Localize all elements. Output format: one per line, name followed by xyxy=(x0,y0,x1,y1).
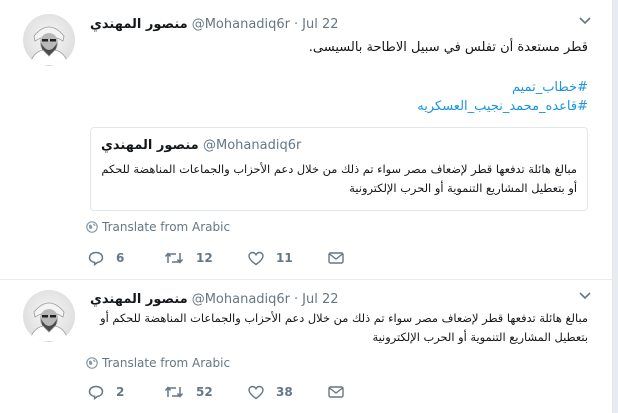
hashtag-link[interactable]: #خطاب_تميم xyxy=(90,78,588,97)
translate-link[interactable]: Translate from Arabic xyxy=(86,220,230,234)
avatar[interactable] xyxy=(23,14,75,66)
retweet-count: 52 xyxy=(196,385,213,399)
like-count: 11 xyxy=(276,251,293,265)
quoted-text: مبالغ هائلة تدفعها قطر لإضعاف مصر سواء ت… xyxy=(101,162,577,195)
quoted-author-name: منصور المهندي xyxy=(101,138,199,153)
reply-icon xyxy=(88,251,104,266)
author-handle[interactable]: @Mohanadiq6r xyxy=(192,17,290,32)
like-button[interactable]: 38 xyxy=(248,385,293,400)
retweet-count: 12 xyxy=(196,251,213,265)
tweet-date[interactable]: Jul 22 xyxy=(302,17,338,32)
separator-dot: · xyxy=(294,16,299,32)
quoted-tweet[interactable]: منصور المهندي @Mohanadiq6r مبالغ هائلة ت… xyxy=(90,127,588,211)
tweet-header: منصور المهندي @Mohanadiq6r · Jul 22 xyxy=(90,290,339,308)
like-count: 38 xyxy=(276,385,293,399)
retweet-button[interactable]: 52 xyxy=(164,385,213,399)
retweet-icon xyxy=(164,386,184,398)
retweet-button[interactable]: 12 xyxy=(164,251,213,265)
hashtag-link[interactable]: #قاعده_محمد_نجيب_العسكريه xyxy=(90,97,588,116)
tweet[interactable]: منصور المهندي @Mohanadiq6r · Jul 22 مبال… xyxy=(0,280,612,413)
tweet-text: مبالغ هائلة تدفعها قطر لإضعاف مصر سواء ت… xyxy=(100,311,588,344)
direct-message-button[interactable] xyxy=(328,251,344,265)
reply-icon xyxy=(88,385,104,400)
author-handle[interactable]: @Mohanadiq6r xyxy=(192,292,290,307)
translate-link[interactable]: Translate from Arabic xyxy=(86,356,230,370)
chevron-down-icon[interactable] xyxy=(578,16,592,26)
author-name[interactable]: منصور المهندي xyxy=(90,292,188,307)
retweet-icon xyxy=(164,252,184,264)
avatar[interactable] xyxy=(23,290,75,342)
translate-label: Translate from Arabic xyxy=(102,220,231,234)
reply-button[interactable]: 6 xyxy=(88,250,124,266)
tweet-text: قطر مستعدة أن تفلس في سبيل الاطاحة بالسي… xyxy=(308,40,588,55)
separator-dot: · xyxy=(294,291,299,307)
direct-message-button[interactable] xyxy=(328,385,344,399)
reply-count: 2 xyxy=(116,385,125,399)
timeline: منصور المهندي @Mohanadiq6r · Jul 22 قطر … xyxy=(0,0,613,413)
tweet[interactable]: منصور المهندي @Mohanadiq6r · Jul 22 قطر … xyxy=(0,0,612,280)
translate-label: Translate from Arabic xyxy=(102,356,231,370)
like-icon xyxy=(248,251,264,265)
tweet-date[interactable]: Jul 22 xyxy=(302,292,338,307)
globe-icon xyxy=(86,357,98,369)
globe-icon xyxy=(86,221,98,233)
direct-message-icon xyxy=(328,386,344,398)
reply-count: 6 xyxy=(116,251,125,265)
like-button[interactable]: 11 xyxy=(248,251,293,266)
chevron-down-icon[interactable] xyxy=(578,291,592,301)
like-icon xyxy=(248,385,264,399)
author-name[interactable]: منصور المهندي xyxy=(90,17,188,32)
tweet-header: منصور المهندي @Mohanadiq6r · Jul 22 xyxy=(90,15,339,33)
quoted-author-handle: @Mohanadiq6r xyxy=(203,138,302,153)
reply-button[interactable]: 2 xyxy=(88,384,124,400)
direct-message-icon xyxy=(328,252,344,264)
